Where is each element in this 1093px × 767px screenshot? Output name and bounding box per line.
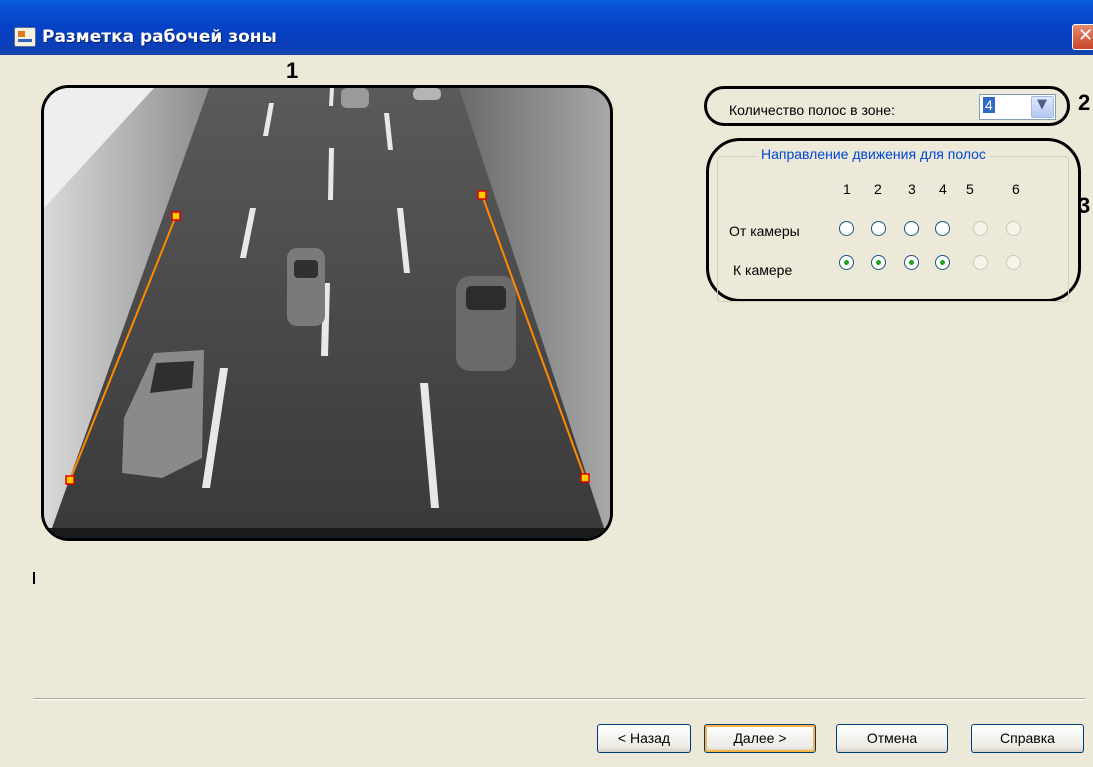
lane-column-header: 1 xyxy=(843,181,851,197)
lane-count-value: 4 xyxy=(983,97,995,113)
radio-to-camera-lane-3[interactable] xyxy=(904,255,919,270)
help-button[interactable]: Справка xyxy=(971,724,1084,753)
radio-from-camera-lane-4[interactable] xyxy=(935,221,950,236)
row-label-to-camera: К камере xyxy=(733,262,793,278)
zone-handle[interactable] xyxy=(171,211,181,221)
lane-column-header: 3 xyxy=(908,181,916,197)
chevron-down-icon: ▼ xyxy=(1037,97,1047,112)
dropdown-button[interactable]: ▼ xyxy=(1031,96,1054,118)
cancel-button[interactable]: Отмена xyxy=(836,724,948,753)
app-icon xyxy=(14,27,36,47)
lane-column-header: 5 xyxy=(966,181,974,197)
close-icon: ✕ xyxy=(1078,25,1093,46)
radio-from-camera-lane-5 xyxy=(973,221,988,236)
lane-column-header: 4 xyxy=(939,181,947,197)
zone-handle[interactable] xyxy=(477,190,487,200)
radio-from-camera-lane-1[interactable] xyxy=(839,221,854,236)
radio-to-camera-lane-4[interactable] xyxy=(935,255,950,270)
lane-count-select[interactable]: 4 ▼ xyxy=(979,94,1056,120)
annotation-1: 1 xyxy=(286,58,299,83)
zone-handle[interactable] xyxy=(65,475,75,485)
direction-group-title: Направление движения для полос xyxy=(757,146,990,162)
radio-to-camera-lane-1[interactable] xyxy=(839,255,854,270)
radio-from-camera-lane-6 xyxy=(1006,221,1021,236)
next-button[interactable]: Далее > xyxy=(704,724,816,753)
camera-view[interactable] xyxy=(41,85,613,541)
zone-handle[interactable] xyxy=(580,473,590,483)
lane-column-header: 2 xyxy=(874,181,882,197)
radio-from-camera-lane-3[interactable] xyxy=(904,221,919,236)
camera-image xyxy=(44,88,610,538)
close-button[interactable]: ✕ xyxy=(1072,24,1093,50)
radio-to-camera-lane-5 xyxy=(973,255,988,270)
frame-edge-tick xyxy=(33,572,35,584)
radio-to-camera-lane-6 xyxy=(1006,255,1021,270)
annotation-2: 2 xyxy=(1078,90,1091,115)
separator xyxy=(33,698,1085,700)
radio-to-camera-lane-2[interactable] xyxy=(871,255,886,270)
row-label-from-camera: От камеры xyxy=(729,223,800,239)
window-title: Разметка рабочей зоны xyxy=(42,27,277,47)
lane-count-label: Количество полос в зоне: xyxy=(729,102,895,118)
lane-column-header: 6 xyxy=(1012,181,1020,197)
radio-from-camera-lane-2[interactable] xyxy=(871,221,886,236)
title-bar: Разметка рабочей зоны ✕ xyxy=(0,0,1093,55)
back-button[interactable]: < Назад xyxy=(597,724,691,753)
